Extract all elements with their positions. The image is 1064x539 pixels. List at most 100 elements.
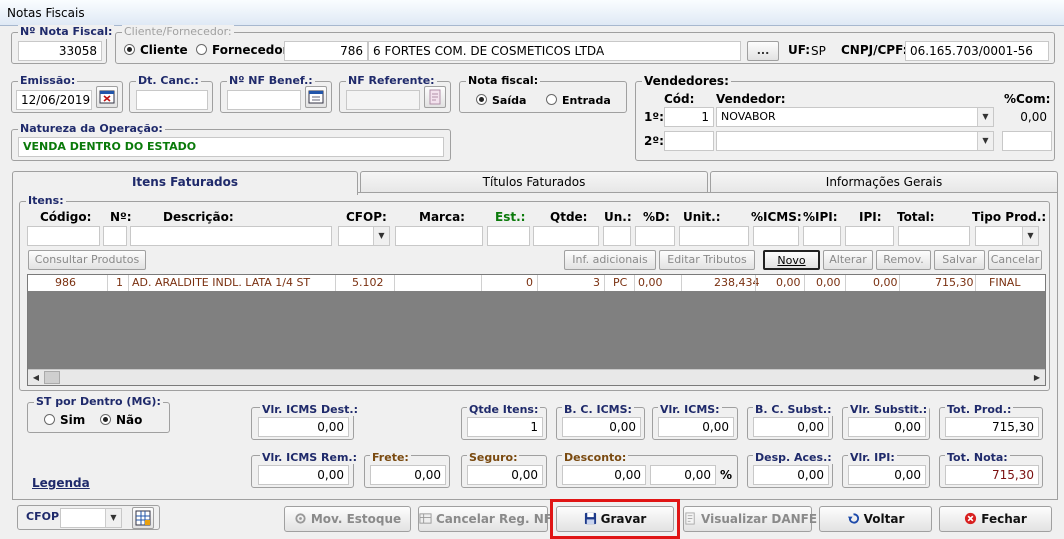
- inf-adicionais-button[interactable]: Inf. adicionais: [564, 250, 656, 270]
- radio-fornecedor[interactable]: Fornecedor: [196, 43, 289, 57]
- vendedor2-select[interactable]: ▼: [716, 131, 994, 151]
- scroll-left-icon[interactable]: ◀: [28, 370, 44, 385]
- item-desc-input[interactable]: [130, 226, 332, 246]
- item-ipi-input[interactable]: [845, 226, 894, 246]
- h-tipo: Tipo Prod.:: [972, 210, 1047, 224]
- nf-benef-calendar-button[interactable]: [305, 86, 327, 108]
- emissao-date-field[interactable]: 12/06/2019: [16, 90, 92, 110]
- table-row[interactable]: 986 1 AD. ARALDITE INDL. LATA 1/4 ST 5.1…: [28, 275, 1045, 291]
- visualizar-danfe-label: Visualizar DANFE: [701, 512, 818, 526]
- fechar-button[interactable]: Fechar: [939, 506, 1052, 532]
- vendedor1-cod-field[interactable]: 1: [664, 107, 714, 127]
- horizontal-scrollbar[interactable]: ◀ ▶: [28, 369, 1045, 385]
- item-icms-input[interactable]: [753, 226, 799, 246]
- cliente-fornecedor-group: Cliente/Fornecedor: Cliente Fornecedor 7…: [115, 25, 1055, 64]
- desconto-box: Desconto: 0,00 0,00 %: [556, 451, 738, 488]
- alterar-button[interactable]: Alterar: [823, 250, 873, 270]
- consultar-produtos-button[interactable]: Consultar Produtos: [28, 250, 146, 270]
- chevron-down-icon[interactable]: ▼: [105, 509, 121, 527]
- cancelar-item-button[interactable]: Cancelar: [988, 250, 1042, 270]
- desconto-pct-field[interactable]: 0,00: [650, 465, 716, 485]
- visualizar-danfe-button[interactable]: Visualizar DANFE: [683, 506, 817, 532]
- grid-icon: [135, 510, 151, 526]
- item-un-input[interactable]: [603, 226, 631, 246]
- scroll-right-icon[interactable]: ▶: [1029, 370, 1045, 385]
- novo-button[interactable]: Novo: [763, 250, 820, 270]
- salvar-button[interactable]: Salvar: [934, 250, 985, 270]
- item-qtde-input[interactable]: [533, 226, 599, 246]
- cell-unit: 238,434: [714, 276, 760, 289]
- editar-tributos-button[interactable]: Editar Tributos: [659, 250, 755, 270]
- vendedor-cod-header: Cód:: [664, 92, 695, 106]
- browse-cliente-button[interactable]: ...: [747, 41, 779, 61]
- chevron-down-icon[interactable]: ▼: [977, 132, 993, 150]
- desp-aces-field[interactable]: 0,00: [753, 465, 829, 485]
- vlr-ipi-field[interactable]: 0,00: [848, 465, 926, 485]
- cancelar-reg-nf-button[interactable]: Cancelar Reg. NF: [418, 506, 552, 532]
- bc-icms-field[interactable]: 0,00: [562, 417, 641, 437]
- scroll-thumb[interactable]: [44, 371, 60, 384]
- vendedores-group: Vendedores: Cód: Vendedor: %Com: 1º: 1 N…: [635, 74, 1055, 161]
- radio-st-nao[interactable]: Não: [100, 413, 142, 427]
- emissao-calendar-button[interactable]: [96, 86, 118, 108]
- dt-canc-field[interactable]: [136, 90, 208, 110]
- cliente-name-field[interactable]: 6 FORTES COM. DE COSMETICOS LTDA: [368, 41, 741, 61]
- tab-titulos-faturados[interactable]: Títulos Faturados: [360, 171, 708, 193]
- vlr-icms-rem-field[interactable]: 0,00: [258, 465, 349, 485]
- vendedor1-com-field[interactable]: 0,00: [998, 107, 1052, 127]
- vlr-ipi-label: Vlr. IPI:: [848, 451, 897, 464]
- h-icms: %ICMS:: [751, 210, 802, 224]
- cliente-code-field[interactable]: 786: [284, 41, 368, 61]
- item-marca-input[interactable]: [395, 226, 483, 246]
- frete-field[interactable]: 0,00: [370, 465, 446, 485]
- item-n-input[interactable]: [103, 226, 127, 246]
- natureza-field[interactable]: VENDA DENTRO DO ESTADO: [18, 137, 444, 157]
- item-d-input[interactable]: [635, 226, 675, 246]
- cell-n: 1: [116, 276, 123, 289]
- mov-estoque-label: Mov. Estoque: [310, 512, 402, 526]
- bc-subst-field[interactable]: 0,00: [753, 417, 829, 437]
- items-grid[interactable]: 986 1 AD. ARALDITE INDL. LATA 1/4 ST 5.1…: [27, 274, 1046, 386]
- cnpj-field[interactable]: 06.165.703/0001-56: [905, 41, 1049, 61]
- legenda-link[interactable]: Legenda: [32, 476, 90, 490]
- item-ipi-pct-input[interactable]: [803, 226, 841, 246]
- tab-informacoes-gerais[interactable]: Informações Gerais: [710, 171, 1058, 193]
- nf-benef-field[interactable]: [227, 90, 301, 110]
- item-codigo-input[interactable]: [27, 226, 100, 246]
- radio-saida[interactable]: Saída: [476, 94, 526, 108]
- tot-nota-field[interactable]: 715,30: [945, 465, 1039, 485]
- mov-estoque-button[interactable]: Mov. Estoque: [284, 506, 411, 532]
- desconto-value-field[interactable]: 0,00: [562, 465, 646, 485]
- vendedor2-cod-field[interactable]: [664, 131, 714, 151]
- chevron-down-icon[interactable]: ▼: [1022, 227, 1038, 245]
- tot-prod-field[interactable]: 715,30: [945, 417, 1039, 437]
- remover-button[interactable]: Remov.: [876, 250, 931, 270]
- chevron-down-icon[interactable]: ▼: [977, 108, 993, 126]
- seguro-field[interactable]: 0,00: [467, 465, 543, 485]
- radio-entrada[interactable]: Entrada: [546, 94, 611, 108]
- qtde-itens-field[interactable]: 1: [467, 417, 543, 437]
- item-unit-input[interactable]: [679, 226, 749, 246]
- gravar-highlight-box: [550, 499, 680, 539]
- vendedor1-select[interactable]: NOVABOR ▼: [716, 107, 994, 127]
- vendedor2-com-field[interactable]: [1002, 131, 1052, 151]
- vlr-icms-dest-field[interactable]: 0,00: [258, 417, 349, 437]
- nota-fiscal-number[interactable]: 33058: [18, 41, 102, 61]
- item-est-input[interactable]: [487, 226, 530, 246]
- radio-st-nao-dot: [100, 414, 111, 425]
- item-cfop-select[interactable]: ▼: [338, 226, 390, 246]
- nf-referente-button[interactable]: [424, 86, 446, 108]
- chevron-down-icon[interactable]: ▼: [373, 227, 389, 245]
- vlr-icms-field[interactable]: 0,00: [658, 417, 734, 437]
- vlr-subst-field[interactable]: 0,00: [848, 417, 926, 437]
- cfop-footer-select[interactable]: ▼: [60, 508, 122, 528]
- item-total-input[interactable]: [898, 226, 970, 246]
- nf-referente-field[interactable]: [346, 90, 420, 110]
- radio-st-sim[interactable]: Sim: [44, 413, 85, 427]
- seguro-label: Seguro:: [467, 451, 520, 464]
- radio-cliente[interactable]: Cliente: [124, 43, 188, 57]
- tab-itens-faturados[interactable]: Itens Faturados: [12, 171, 358, 195]
- voltar-button[interactable]: Voltar: [819, 506, 932, 532]
- cfop-footer-button[interactable]: [132, 507, 154, 529]
- item-tipo-select[interactable]: ▼: [975, 226, 1039, 246]
